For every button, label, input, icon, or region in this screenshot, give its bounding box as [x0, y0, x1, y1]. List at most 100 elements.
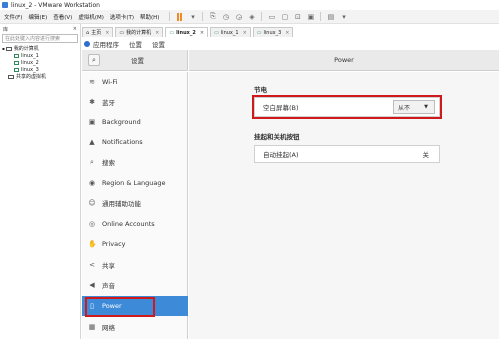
fullscreen-icon[interactable]: ⊡	[293, 12, 302, 21]
sidebar-item-sound[interactable]: ◀ 声音	[82, 275, 188, 295]
search-button[interactable]: ⌕	[88, 54, 100, 66]
toolbar-divider	[261, 12, 263, 21]
tree-item-shared-vms[interactable]: 共享的虚拟机	[0, 73, 80, 80]
snapshot-icon[interactable]: ◷	[221, 12, 230, 21]
snapshot-manager-icon[interactable]: ◈	[247, 12, 256, 21]
tree-item-linux-1[interactable]: linux_1	[0, 52, 80, 59]
tab-label: 主页	[91, 30, 102, 36]
tab-linux-1[interactable]: ▭ linux_1 ×	[210, 27, 251, 37]
menu-tabs[interactable]: 选项卡(T)	[107, 13, 137, 21]
gnome-top-bar: 应用程序 位置 设置	[82, 38, 499, 50]
sidebar-item-label: 共享	[102, 262, 115, 270]
tab-linux-3[interactable]: ▭ linux_3 ×	[252, 27, 294, 37]
tab-label: linux_3	[263, 29, 282, 36]
library-header: 库 ×	[0, 24, 80, 34]
region-icon: ◉	[88, 179, 96, 187]
window-title: linux_2 - VMware Workstation	[11, 1, 100, 9]
sidebar-item-label: 搜索	[102, 159, 115, 167]
sidebar-item-search[interactable]: ⌕ 搜索	[82, 152, 188, 172]
sidebar-item-label: Background	[102, 118, 141, 126]
sidebar-item-wifi[interactable]: ≋ Wi-Fi	[82, 72, 188, 92]
tree-item-label: linux_2	[21, 59, 39, 66]
pause-icon[interactable]	[175, 12, 184, 21]
power-saving-title: 节电	[254, 86, 267, 94]
revert-snapshot-icon[interactable]: ◶	[234, 12, 243, 21]
sidebar-item-label: 网络	[102, 324, 115, 332]
window-title-bar: linux_2 - VMware Workstation	[0, 0, 499, 10]
close-tab-icon[interactable]: ×	[243, 30, 247, 36]
applications-menu[interactable]: 应用程序	[93, 39, 119, 49]
auto-suspend-row[interactable]: 自动挂起(A) 关	[254, 145, 440, 163]
sidebar-item-background[interactable]: ▣ Background	[82, 112, 188, 132]
sidebar-item-network[interactable]: ▦ 网络	[82, 317, 188, 337]
sidebar-item-region-language[interactable]: ◉ Region & Language	[82, 173, 188, 193]
view-library-icon[interactable]: ▭	[267, 12, 276, 21]
power-panel: 节电 空白屏幕(B) 从不 ▼ 挂起和关机按钮 自动挂起(A) 关	[189, 72, 499, 339]
stretch-icon[interactable]: ▾	[339, 12, 348, 21]
sidebar-item-bluetooth[interactable]: ✱ 蓝牙	[82, 92, 188, 112]
vm-tab-strip: ⌂ 主页 × ▭ 我的计算机 × ▭ linux_2 × ▭ linux_1 ×…	[82, 26, 295, 37]
share-icon: <	[89, 261, 95, 269]
sidebar-item-sharing[interactable]: < 共享	[82, 255, 188, 275]
network-icon: ▦	[88, 323, 96, 331]
tree-item-linux-3[interactable]: linux_3	[0, 66, 80, 73]
tree-item-label: 我的计算机	[13, 46, 39, 52]
menu-vm[interactable]: 虚拟机(M)	[75, 13, 107, 21]
auto-suspend-value: 关	[422, 151, 430, 159]
tab-home[interactable]: ⌂ 主页 ×	[82, 27, 114, 37]
sidebar-item-label: Privacy	[102, 240, 126, 248]
wifi-icon: ≋	[89, 78, 95, 86]
tree-item-my-computer[interactable]: ▪ 我的计算机	[0, 45, 80, 52]
toolbar-divider	[169, 12, 171, 21]
search-icon: ⌕	[92, 55, 96, 64]
collapse-icon[interactable]: ▪	[2, 46, 5, 51]
menu-help[interactable]: 帮助(H)	[137, 13, 162, 21]
dropdown-icon[interactable]: ▾	[188, 12, 197, 21]
close-tab-icon[interactable]: ×	[200, 30, 204, 36]
tree-item-label: linux_3	[21, 66, 39, 73]
console-view-icon[interactable]: ▤	[326, 12, 335, 21]
privacy-icon: ✋	[88, 240, 97, 248]
settings-title: 设置	[131, 57, 144, 65]
sound-icon: ◀	[89, 281, 95, 289]
suspend-section-title: 挂起和关机按钮	[254, 133, 300, 141]
send-keys-icon[interactable]: ⎘	[208, 12, 217, 21]
sidebar-item-notifications[interactable]: ▲ Notifications	[82, 132, 188, 152]
vm-icon: ▭	[214, 29, 219, 36]
vmware-logo-icon	[2, 2, 8, 8]
sidebar-item-accessibility[interactable]: ☺ 通用辅助功能	[82, 193, 188, 213]
library-panel: 库 × 在此处键入内容进行搜索 ▪ 我的计算机 linux_1 linux_2 …	[0, 24, 81, 339]
close-tab-icon[interactable]: ×	[285, 30, 289, 36]
activities-icon[interactable]	[84, 41, 90, 47]
tree-item-linux-2[interactable]: linux_2	[0, 59, 80, 66]
unity-icon[interactable]: ▣	[306, 12, 315, 21]
settings-panel-header: Power	[189, 50, 499, 71]
close-icon[interactable]: ×	[73, 26, 77, 32]
accessibility-icon: ☺	[88, 199, 96, 207]
sidebar-item-label: Notifications	[102, 138, 143, 146]
sidebar-item-label: Wi-Fi	[102, 78, 118, 86]
sidebar-item-online-accounts[interactable]: ◎ Online Accounts	[82, 214, 188, 234]
computer-icon: ▭	[119, 29, 125, 36]
menu-view[interactable]: 查看(V)	[50, 13, 75, 21]
close-tab-icon[interactable]: ×	[155, 30, 159, 36]
library-title: 库	[3, 26, 9, 33]
sidebar-item-label: Region & Language	[102, 179, 166, 187]
tab-my-computer[interactable]: ▭ 我的计算机 ×	[115, 27, 164, 37]
library-search-input[interactable]: 在此处键入内容进行搜索	[2, 34, 78, 43]
menu-edit[interactable]: 编辑(E)	[25, 13, 50, 21]
vm-icon: ▭	[256, 29, 262, 36]
accounts-icon: ◎	[88, 220, 96, 228]
places-menu[interactable]: 位置	[129, 39, 142, 49]
menu-file[interactable]: 文件(F)	[1, 13, 25, 21]
search-placeholder: 在此处键入内容进行搜索	[5, 36, 61, 42]
close-tab-icon[interactable]: ×	[105, 30, 109, 36]
search-icon: ⌕	[90, 157, 94, 166]
view-thumbnail-icon[interactable]: ▢	[280, 12, 289, 21]
blank-screen-highlight-box	[252, 95, 442, 119]
settings-app-menu[interactable]: 设置	[152, 39, 165, 49]
sidebar-item-privacy[interactable]: ✋ Privacy	[82, 234, 188, 254]
shared-vms-icon	[8, 74, 14, 79]
tab-linux-2[interactable]: ▭ linux_2 ×	[165, 27, 209, 37]
power-highlight-box	[85, 297, 155, 317]
